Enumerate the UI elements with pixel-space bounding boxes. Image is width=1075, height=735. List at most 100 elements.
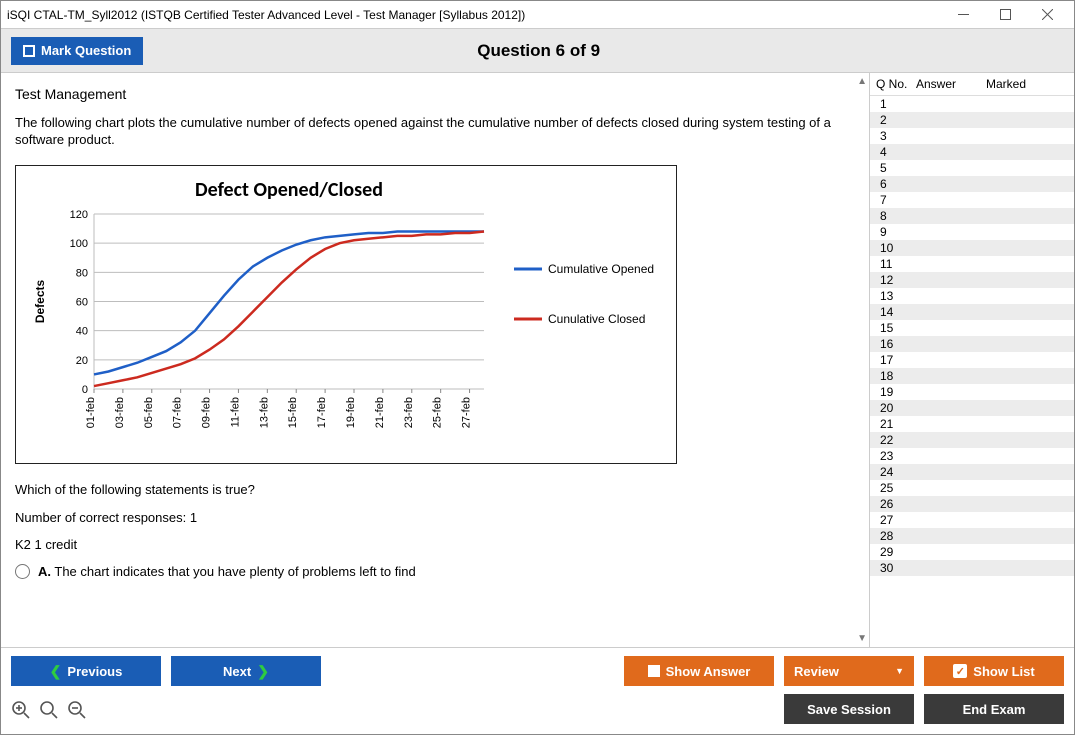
question-content[interactable]: ▲ Test Management The following chart pl… bbox=[1, 73, 869, 647]
save-session-button[interactable]: Save Session bbox=[784, 694, 914, 724]
question-number-label: Question 6 of 9 bbox=[143, 41, 934, 61]
sidebar-row[interactable]: 19 bbox=[870, 384, 1074, 400]
scroll-up-arrow-icon[interactable]: ▲ bbox=[857, 76, 867, 87]
titlebar: iSQI CTAL-TM_Syll2012 (ISTQB Certified T… bbox=[1, 1, 1074, 29]
next-label: Next bbox=[223, 664, 251, 679]
option-a[interactable]: A. The chart indicates that you have ple… bbox=[15, 564, 855, 579]
svg-text:25-feb: 25-feb bbox=[432, 397, 444, 428]
svg-text:80: 80 bbox=[76, 267, 88, 279]
col-marked: Marked bbox=[986, 77, 1068, 91]
credit-label: K2 1 credit bbox=[15, 536, 855, 554]
next-button[interactable]: Next ❯ bbox=[171, 656, 321, 686]
svg-text:120: 120 bbox=[70, 209, 88, 221]
svg-text:19-feb: 19-feb bbox=[345, 397, 357, 428]
num-correct-label: Number of correct responses: 1 bbox=[15, 509, 855, 527]
header: Mark Question Question 6 of 9 bbox=[1, 29, 1074, 73]
sidebar-row[interactable]: 13 bbox=[870, 288, 1074, 304]
sidebar-row[interactable]: 24 bbox=[870, 464, 1074, 480]
sidebar-row[interactable]: 2 bbox=[870, 112, 1074, 128]
sidebar-row[interactable]: 3 bbox=[870, 128, 1074, 144]
svg-text:20: 20 bbox=[76, 355, 88, 367]
mark-question-label: Mark Question bbox=[41, 43, 131, 58]
previous-button[interactable]: ❮ Previous bbox=[11, 656, 161, 686]
minimize-button[interactable] bbox=[942, 1, 984, 29]
svg-text:13-feb: 13-feb bbox=[258, 397, 270, 428]
sidebar-row[interactable]: 30 bbox=[870, 560, 1074, 576]
sidebar-row[interactable]: 8 bbox=[870, 208, 1074, 224]
window-title: iSQI CTAL-TM_Syll2012 (ISTQB Certified T… bbox=[7, 8, 942, 22]
sidebar-row[interactable]: 20 bbox=[870, 400, 1074, 416]
end-exam-button[interactable]: End Exam bbox=[924, 694, 1064, 724]
svg-text:40: 40 bbox=[76, 326, 88, 338]
sidebar-row[interactable]: 27 bbox=[870, 512, 1074, 528]
svg-text:17-feb: 17-feb bbox=[316, 397, 328, 428]
svg-text:60: 60 bbox=[76, 296, 88, 308]
svg-text:Defects: Defects bbox=[33, 279, 47, 323]
sidebar-row[interactable]: 21 bbox=[870, 416, 1074, 432]
svg-text:03-feb: 03-feb bbox=[114, 397, 126, 428]
sidebar-row[interactable]: 6 bbox=[870, 176, 1074, 192]
svg-text:Cumulative Opened: Cumulative Opened bbox=[548, 262, 654, 276]
footer: ❮ Previous Next ❯ Show Answer Review ▼ ✓… bbox=[1, 648, 1074, 734]
sidebar-row[interactable]: 18 bbox=[870, 368, 1074, 384]
svg-text:21-feb: 21-feb bbox=[374, 397, 386, 428]
sidebar-row[interactable]: 11 bbox=[870, 256, 1074, 272]
show-answer-button[interactable]: Show Answer bbox=[624, 656, 774, 686]
sidebar-row[interactable]: 4 bbox=[870, 144, 1074, 160]
sidebar-row[interactable]: 25 bbox=[870, 480, 1074, 496]
end-exam-label: End Exam bbox=[963, 702, 1026, 717]
question-topic: Test Management bbox=[15, 85, 855, 104]
zoom-out-icon[interactable] bbox=[67, 700, 87, 720]
review-label: Review bbox=[794, 664, 839, 679]
close-button[interactable] bbox=[1026, 1, 1068, 29]
svg-text:11-feb: 11-feb bbox=[229, 397, 241, 427]
checkbox-icon bbox=[23, 45, 35, 57]
option-a-radio[interactable] bbox=[15, 564, 30, 579]
sidebar-row[interactable]: 15 bbox=[870, 320, 1074, 336]
save-session-label: Save Session bbox=[807, 702, 891, 717]
svg-text:23-feb: 23-feb bbox=[403, 397, 415, 428]
zoom-in-icon[interactable] bbox=[11, 700, 31, 720]
sidebar-row[interactable]: 5 bbox=[870, 160, 1074, 176]
sidebar-row[interactable]: 22 bbox=[870, 432, 1074, 448]
maximize-button[interactable] bbox=[984, 1, 1026, 29]
square-icon bbox=[648, 665, 660, 677]
col-qno: Q No. bbox=[876, 77, 916, 91]
sidebar-row[interactable]: 17 bbox=[870, 352, 1074, 368]
sidebar-row[interactable]: 12 bbox=[870, 272, 1074, 288]
sidebar-row[interactable]: 7 bbox=[870, 192, 1074, 208]
sidebar-row[interactable]: 1 bbox=[870, 96, 1074, 112]
sidebar-header: Q No. Answer Marked bbox=[870, 73, 1074, 96]
caret-down-icon: ▼ bbox=[895, 666, 904, 676]
svg-text:09-feb: 09-feb bbox=[201, 397, 213, 428]
sidebar-row[interactable]: 26 bbox=[870, 496, 1074, 512]
show-list-button[interactable]: ✓ Show List bbox=[924, 656, 1064, 686]
sidebar-list[interactable]: 1234567891011121314151617181920212223242… bbox=[870, 96, 1074, 647]
col-answer: Answer bbox=[916, 77, 986, 91]
review-button[interactable]: Review ▼ bbox=[784, 656, 914, 686]
defect-chart: Defect Opened/ClosedDefects0204060801001… bbox=[26, 174, 666, 459]
sidebar-row[interactable]: 23 bbox=[870, 448, 1074, 464]
svg-text:27-feb: 27-feb bbox=[461, 397, 473, 428]
mark-question-button[interactable]: Mark Question bbox=[11, 37, 143, 65]
show-answer-label: Show Answer bbox=[666, 664, 751, 679]
chart-container: Defect Opened/ClosedDefects0204060801001… bbox=[15, 165, 677, 464]
previous-label: Previous bbox=[67, 664, 122, 679]
svg-text:100: 100 bbox=[70, 238, 88, 250]
sidebar-row[interactable]: 16 bbox=[870, 336, 1074, 352]
check-icon: ✓ bbox=[953, 664, 967, 678]
svg-text:15-feb: 15-feb bbox=[287, 397, 299, 428]
sidebar-row[interactable]: 10 bbox=[870, 240, 1074, 256]
sidebar-row[interactable]: 29 bbox=[870, 544, 1074, 560]
show-list-label: Show List bbox=[973, 664, 1034, 679]
sidebar-row[interactable]: 28 bbox=[870, 528, 1074, 544]
sidebar-row[interactable]: 14 bbox=[870, 304, 1074, 320]
scroll-down-arrow-icon[interactable]: ▼ bbox=[857, 633, 867, 644]
chevron-left-icon: ❮ bbox=[50, 663, 62, 680]
zoom-reset-icon[interactable] bbox=[39, 700, 59, 720]
app-window: iSQI CTAL-TM_Syll2012 (ISTQB Certified T… bbox=[0, 0, 1075, 735]
option-a-label: A. The chart indicates that you have ple… bbox=[38, 564, 416, 579]
svg-text:0: 0 bbox=[82, 384, 88, 396]
question-text: Which of the following statements is tru… bbox=[15, 481, 855, 499]
sidebar-row[interactable]: 9 bbox=[870, 224, 1074, 240]
